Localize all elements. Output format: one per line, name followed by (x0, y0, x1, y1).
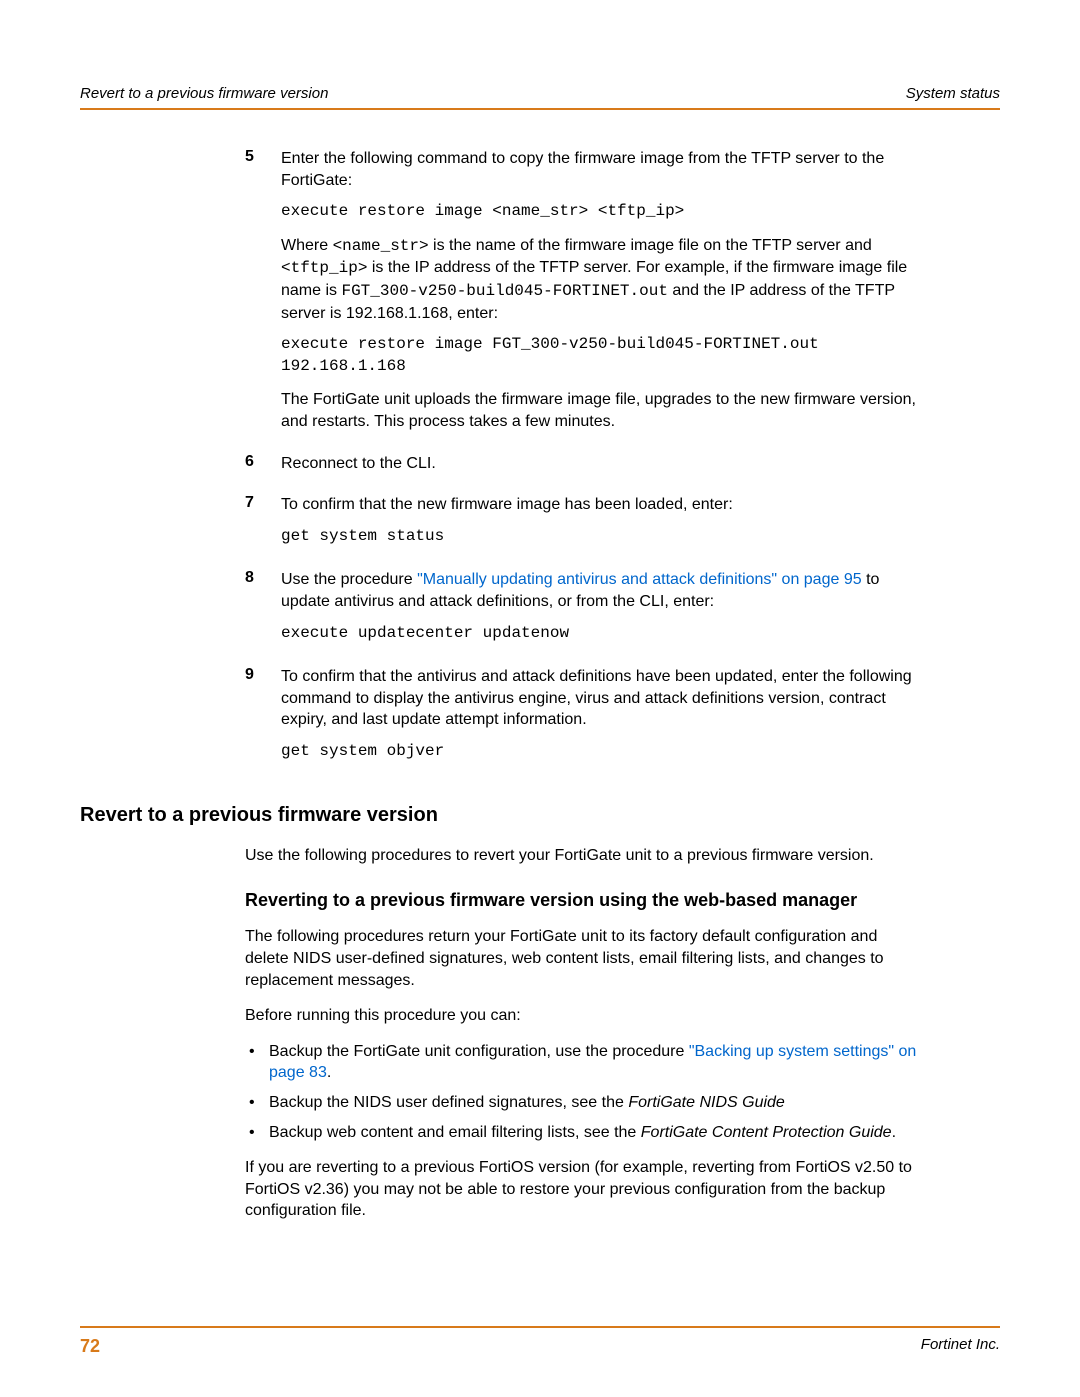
header-right: System status (906, 85, 1000, 102)
section-p2: Before running this procedure you can: (245, 1005, 925, 1027)
text: Where (281, 237, 333, 254)
section-heading-h2: Revert to a previous firmware version (80, 804, 925, 827)
step-5: 5 Enter the following command to copy th… (245, 148, 925, 443)
inline-code: FGT_300-v250-build045-FORTINET.out (341, 282, 667, 300)
step5-code1: execute restore image <name_str> <tftp_i… (281, 201, 925, 223)
step-number: 5 (245, 148, 281, 443)
page-number: 72 (80, 1336, 100, 1357)
step9-p1: To confirm that the antivirus and attack… (281, 666, 925, 731)
inline-code: <tftp_ip> (281, 259, 367, 277)
text: . (892, 1124, 896, 1141)
step5-p1: Enter the following command to copy the … (281, 148, 925, 191)
step-6: 6 Reconnect to the CLI. (245, 453, 925, 485)
list-item: Backup the FortiGate unit configuration,… (245, 1041, 925, 1084)
bullet-list: Backup the FortiGate unit configuration,… (245, 1041, 925, 1143)
step5-p2: Where <name_str> is the name of the firm… (281, 235, 925, 324)
text: Backup the FortiGate unit configuration,… (269, 1043, 689, 1060)
step-9: 9 To confirm that the antivirus and atta… (245, 666, 925, 774)
text: Use the procedure (281, 571, 417, 588)
step-number: 7 (245, 494, 281, 559)
step7-code1: get system status (281, 526, 925, 548)
section-heading-h3: Reverting to a previous firmware version… (245, 889, 925, 912)
text: Backup the NIDS user defined signatures,… (269, 1094, 628, 1111)
step-body: Use the procedure "Manually updating ant… (281, 569, 925, 656)
step9-code1: get system objver (281, 741, 925, 763)
step5-p3: The FortiGate unit uploads the firmware … (281, 389, 925, 432)
step7-p1: To confirm that the new firmware image h… (281, 494, 925, 516)
section-intro: Use the following procedures to revert y… (245, 845, 925, 867)
step-number: 8 (245, 569, 281, 656)
doc-ref: FortiGate NIDS Guide (628, 1094, 785, 1111)
section-p3: If you are reverting to a previous Forti… (245, 1157, 925, 1222)
content-area: 5 Enter the following command to copy th… (245, 148, 925, 1222)
section-p1: The following procedures return your For… (245, 926, 925, 991)
text: Backup web content and email filtering l… (269, 1124, 641, 1141)
step8-p1: Use the procedure "Manually updating ant… (281, 569, 925, 612)
step8-code1: execute updatecenter updatenow (281, 623, 925, 645)
step5-code2: execute restore image FGT_300-v250-build… (281, 334, 925, 377)
text: is the name of the firmware image file o… (429, 237, 872, 254)
page-footer: 72 Fortinet Inc. (80, 1326, 1000, 1357)
footer-company: Fortinet Inc. (921, 1336, 1000, 1357)
step-7: 7 To confirm that the new firmware image… (245, 494, 925, 559)
page: Revert to a previous firmware version Sy… (0, 0, 1080, 1397)
list-item: Backup web content and email filtering l… (245, 1122, 925, 1144)
step-body: To confirm that the new firmware image h… (281, 494, 925, 559)
step-body: Reconnect to the CLI. (281, 453, 925, 485)
xref-link[interactable]: "Manually updating antivirus and attack … (417, 571, 862, 588)
doc-ref: FortiGate Content Protection Guide (641, 1124, 892, 1141)
inline-code: <name_str> (333, 237, 429, 255)
step-number: 9 (245, 666, 281, 774)
step-number: 6 (245, 453, 281, 485)
list-item: Backup the NIDS user defined signatures,… (245, 1092, 925, 1114)
step6-p1: Reconnect to the CLI. (281, 453, 925, 475)
header-left: Revert to a previous firmware version (80, 85, 328, 102)
step-8: 8 Use the procedure "Manually updating a… (245, 569, 925, 656)
step-body: To confirm that the antivirus and attack… (281, 666, 925, 774)
step-body: Enter the following command to copy the … (281, 148, 925, 443)
running-header: Revert to a previous firmware version Sy… (80, 85, 1000, 110)
text: . (327, 1064, 331, 1081)
